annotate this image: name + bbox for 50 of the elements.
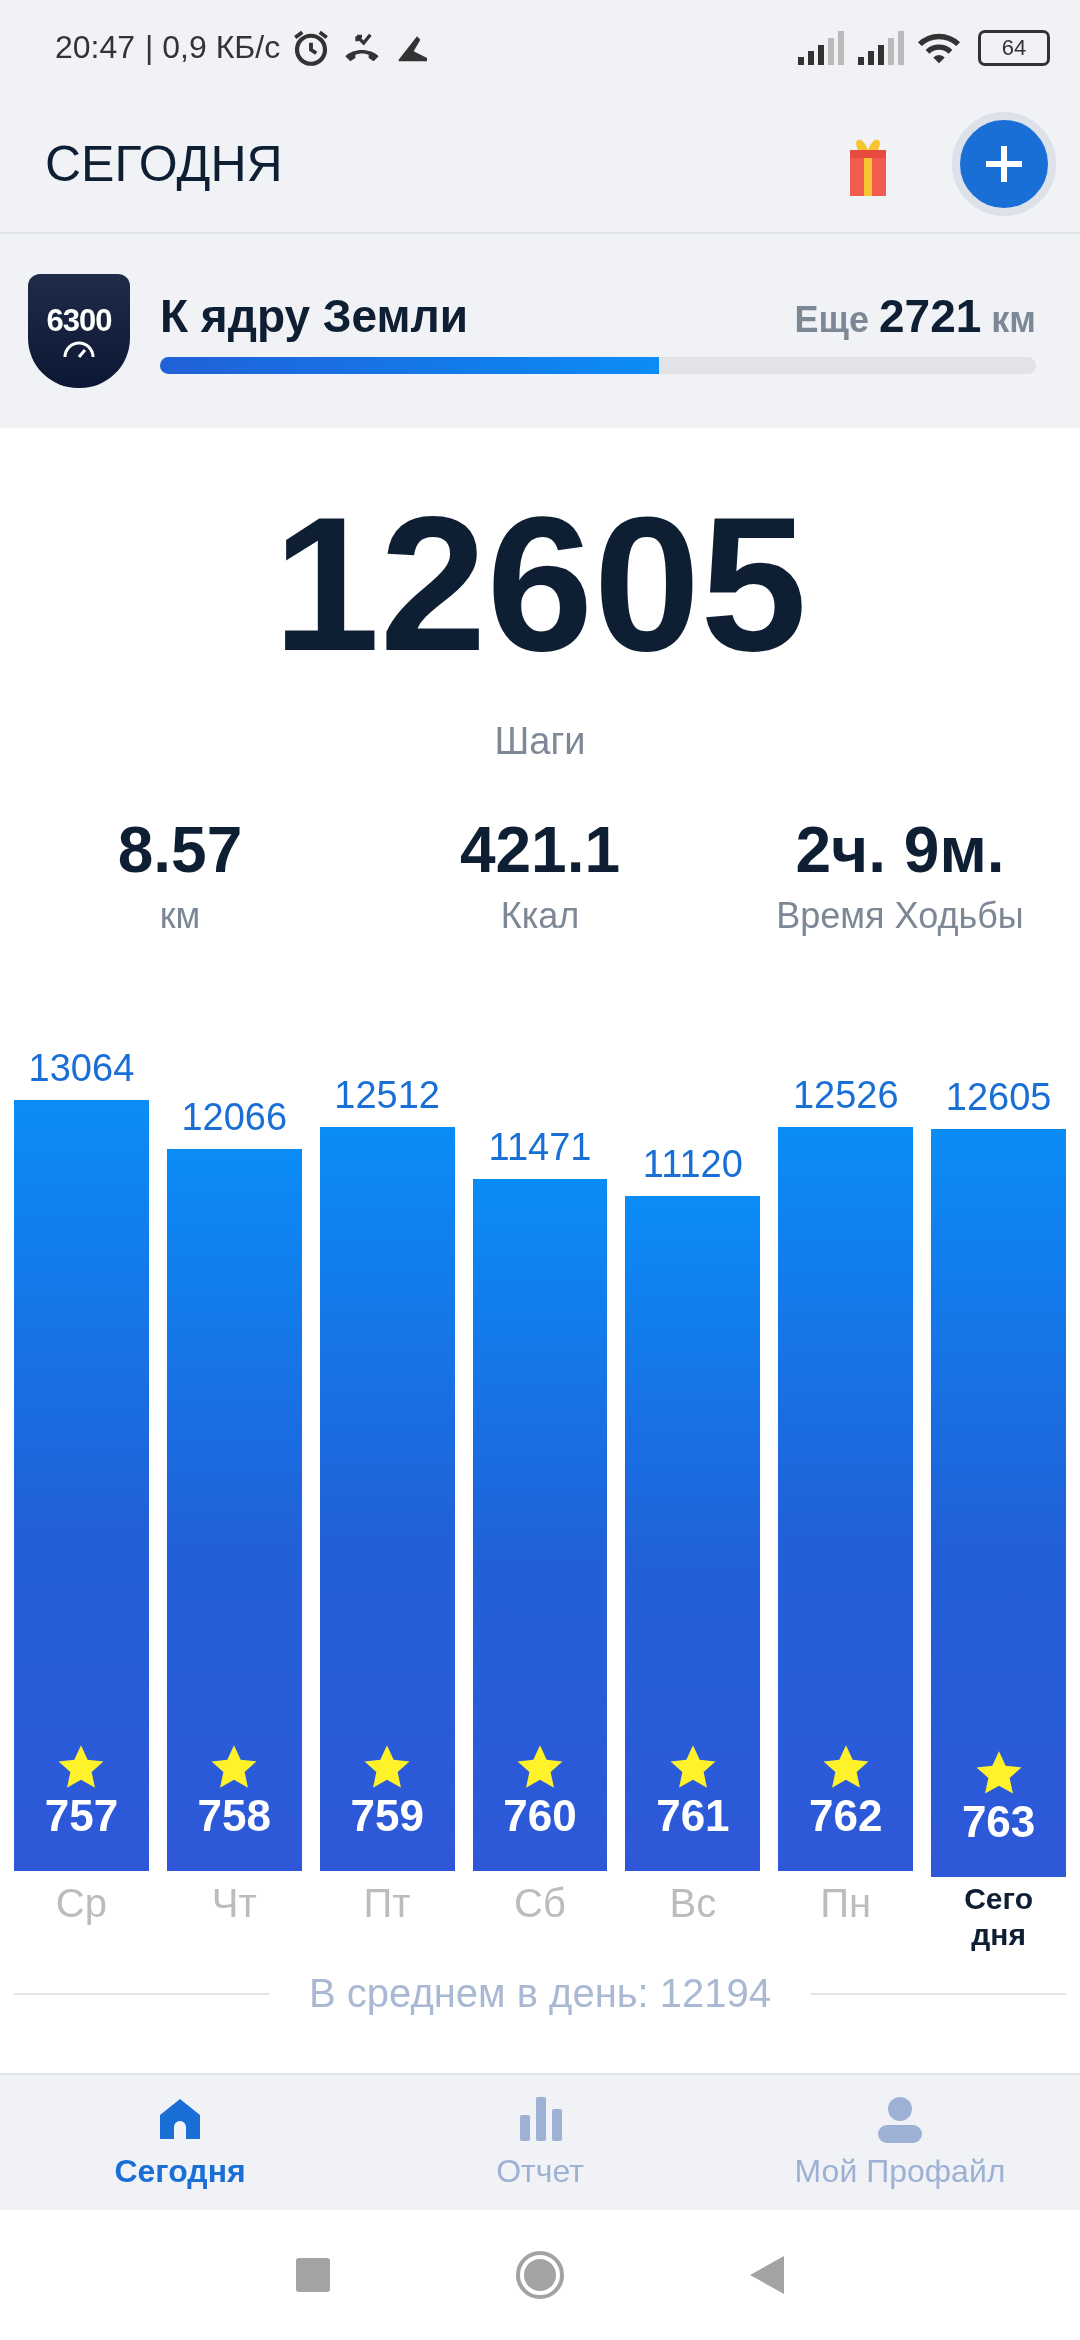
bar-value: 11471 (488, 1125, 592, 1169)
stat-value: 2ч. 9м. (795, 813, 1005, 887)
daily-average: В среднем в день: 12194 (309, 1971, 771, 2016)
signal-icon (796, 30, 846, 65)
bar[interactable]: 760 (472, 1178, 608, 1871)
stat-value: 421.1 (459, 813, 621, 887)
back-button[interactable] (750, 2256, 784, 2294)
bar[interactable]: 762 (778, 1126, 914, 1871)
step-count: 12605 (273, 488, 807, 680)
battery-icon: 64 (978, 29, 1050, 66)
nav-tab[interactable]: Сегодня (0, 2075, 360, 2210)
challenge-title: К ядру Земли (160, 288, 469, 343)
day-label: Пт (363, 1881, 411, 1927)
person-icon (876, 2095, 924, 2143)
bar-value: 11120 (642, 1143, 743, 1186)
bar-value: 12526 (792, 1073, 899, 1117)
bar-number: 757 (44, 1791, 119, 1841)
bar-number: 761 (656, 1791, 730, 1841)
steps-label: Шаги (494, 720, 586, 763)
day-label: Ср (55, 1881, 107, 1927)
bar[interactable]: 757 (14, 1100, 149, 1871)
status-time: 20:47 (55, 29, 136, 66)
bar-number: 760 (503, 1791, 577, 1841)
bar-number: 758 (197, 1791, 271, 1841)
bar-number: 763 (961, 1797, 1036, 1847)
day-label: Вс (669, 1881, 717, 1927)
stat-label: Ккал (500, 895, 580, 937)
stat-label: Время Ходьбы (776, 895, 1024, 937)
badge-icon: 6300 (28, 274, 130, 388)
bar[interactable]: 763 (931, 1128, 1066, 1877)
stat-value: 8.57 (117, 813, 243, 887)
bar-number: 759 (350, 1791, 424, 1841)
bar[interactable]: 761 (625, 1196, 761, 1871)
signal-icon (856, 30, 906, 65)
bar-value: 13064 (28, 1047, 135, 1090)
day-label: Чт (211, 1881, 257, 1927)
network-speed: | 0,9 КБ/с (145, 29, 281, 66)
stat-label: км (159, 895, 201, 937)
remaining-distance: Еще 2721 км (794, 288, 1036, 343)
day-label: Пн (820, 1881, 872, 1927)
bar-value: 12512 (334, 1074, 440, 1118)
page-title: СЕГОДНЯ (45, 134, 284, 193)
day-label: Сб (514, 1881, 566, 1927)
day-label: Сегодня (963, 1881, 1034, 1953)
bar-value: 12066 (181, 1096, 288, 1140)
bar[interactable]: 759 (319, 1127, 455, 1871)
bar-value: 12605 (945, 1075, 1052, 1119)
bar-number: 762 (809, 1791, 883, 1841)
home-button[interactable] (515, 2250, 565, 2300)
bar[interactable]: 758 (166, 1149, 302, 1871)
